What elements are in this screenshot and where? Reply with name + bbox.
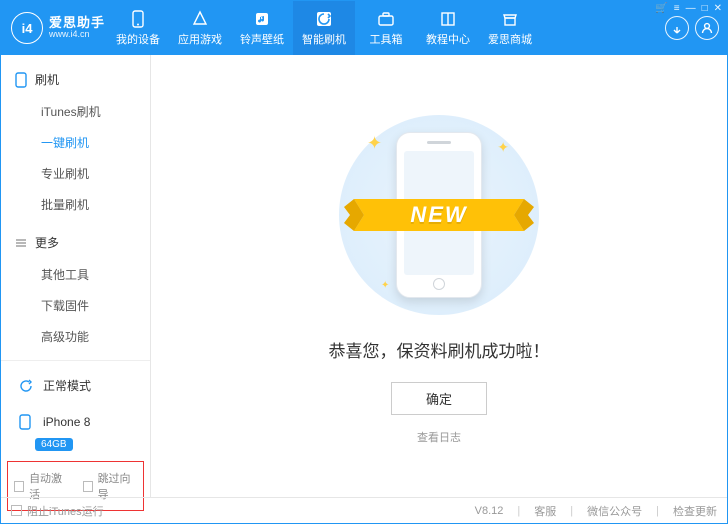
- nav-apps[interactable]: 应用游戏: [169, 1, 231, 55]
- brand-logo-icon: i4: [11, 12, 43, 44]
- confirm-button[interactable]: 确定: [391, 382, 487, 415]
- user-button[interactable]: [695, 16, 719, 40]
- nav-toolbox[interactable]: 工具箱: [355, 1, 417, 55]
- cart-icon[interactable]: 🛒: [655, 3, 667, 14]
- brand-url: www.i4.cn: [49, 30, 105, 40]
- device-name: iPhone 8: [43, 415, 90, 429]
- nav-label: 爱思商城: [488, 31, 532, 47]
- sidebar-section-more: 更多: [1, 228, 150, 257]
- sidebar: 刷机 iTunes刷机 一键刷机 专业刷机 批量刷机 更多 其他工具 下载固件 …: [1, 55, 151, 497]
- mode-indicator[interactable]: 正常模式: [11, 371, 140, 400]
- checkbox-icon: [83, 481, 93, 492]
- sidebar-item-pro-flash[interactable]: 专业刷机: [1, 158, 150, 189]
- nav-tutorials[interactable]: 教程中心: [417, 1, 479, 55]
- support-link[interactable]: 客服: [534, 503, 556, 519]
- section-title: 更多: [35, 234, 59, 251]
- ribbon-label: NEW: [410, 202, 467, 228]
- checkbox-label: 阻止iTunes运行: [27, 503, 104, 519]
- block-itunes-checkbox[interactable]: 阻止iTunes运行: [11, 503, 104, 519]
- sidebar-item-other-tools[interactable]: 其他工具: [1, 259, 150, 290]
- phone-icon: [129, 10, 147, 28]
- hamburger-icon: [15, 237, 27, 249]
- new-ribbon: NEW: [344, 189, 534, 241]
- mode-label: 正常模式: [43, 377, 91, 394]
- nav-ringtones[interactable]: 铃声壁纸: [231, 1, 293, 55]
- minimize-button[interactable]: —: [686, 3, 696, 14]
- nav-my-device[interactable]: 我的设备: [107, 1, 169, 55]
- book-icon: [439, 10, 457, 28]
- checkbox-icon: [11, 505, 22, 516]
- sidebar-item-oneclick-flash[interactable]: 一键刷机: [1, 127, 150, 158]
- window-controls: 🛒 ≡ — □ ✕: [655, 3, 722, 14]
- nav-label: 工具箱: [370, 31, 403, 47]
- apps-icon: [191, 10, 209, 28]
- version-label: V8.12: [475, 505, 504, 517]
- nav-label: 应用游戏: [178, 31, 222, 47]
- maximize-button[interactable]: □: [702, 3, 708, 14]
- view-log-link[interactable]: 查看日志: [417, 429, 461, 445]
- music-icon: [253, 10, 271, 28]
- device-indicator[interactable]: iPhone 8 64GB: [11, 408, 140, 451]
- sparkle-icon: ✦: [381, 280, 389, 291]
- phone-icon: [15, 72, 27, 88]
- nav-label: 铃声壁纸: [240, 31, 284, 47]
- wechat-link[interactable]: 微信公众号: [587, 503, 642, 519]
- flash-icon: [315, 10, 333, 28]
- toolbox-icon: [377, 10, 395, 28]
- nav-store[interactable]: 爱思商城: [479, 1, 541, 55]
- checkbox-icon: [14, 481, 24, 492]
- separator: |: [517, 505, 520, 517]
- sparkle-icon: ✦: [497, 139, 509, 156]
- sparkle-icon: ✦: [367, 133, 382, 154]
- menu-icon[interactable]: ≡: [674, 3, 680, 14]
- app-header: 🛒 ≡ — □ ✕ i4 爱思助手 www.i4.cn 我的设备 应用游戏: [1, 1, 727, 55]
- sidebar-item-download-firmware[interactable]: 下载固件: [1, 290, 150, 321]
- top-nav: 我的设备 应用游戏 铃声壁纸 智能刷机 工具箱 教程中心: [107, 1, 541, 55]
- main-content: ✦ ✦ ✦ NEW 恭喜您，保资料刷机成功啦！ 确定 查看日志: [151, 55, 727, 497]
- sidebar-item-batch-flash[interactable]: 批量刷机: [1, 189, 150, 220]
- separator: |: [656, 505, 659, 517]
- nav-label: 我的设备: [116, 31, 160, 47]
- brand: i4 爱思助手 www.i4.cn: [1, 12, 107, 44]
- separator: |: [570, 505, 573, 517]
- nav-label: 智能刷机: [302, 31, 346, 47]
- check-update-link[interactable]: 检查更新: [673, 503, 717, 519]
- sync-button[interactable]: [665, 16, 689, 40]
- storage-badge: 64GB: [35, 438, 73, 451]
- close-button[interactable]: ✕: [714, 3, 722, 14]
- brand-name: 爱思助手: [49, 16, 105, 30]
- status-bar: 阻止iTunes运行 V8.12 | 客服 | 微信公众号 | 检查更新: [1, 497, 727, 523]
- section-title: 刷机: [35, 71, 59, 88]
- header-right: [665, 16, 727, 40]
- nav-label: 教程中心: [426, 31, 470, 47]
- sidebar-item-itunes-flash[interactable]: iTunes刷机: [1, 96, 150, 127]
- sidebar-section-flash: 刷机: [1, 65, 150, 94]
- store-icon: [501, 10, 519, 28]
- sidebar-item-advanced[interactable]: 高级功能: [1, 321, 150, 352]
- phone-icon: [19, 414, 35, 430]
- refresh-icon: [19, 379, 35, 393]
- success-illustration: ✦ ✦ ✦ NEW: [339, 115, 539, 315]
- nav-flash[interactable]: 智能刷机: [293, 1, 355, 55]
- success-message: 恭喜您，保资料刷机成功啦！: [329, 337, 550, 362]
